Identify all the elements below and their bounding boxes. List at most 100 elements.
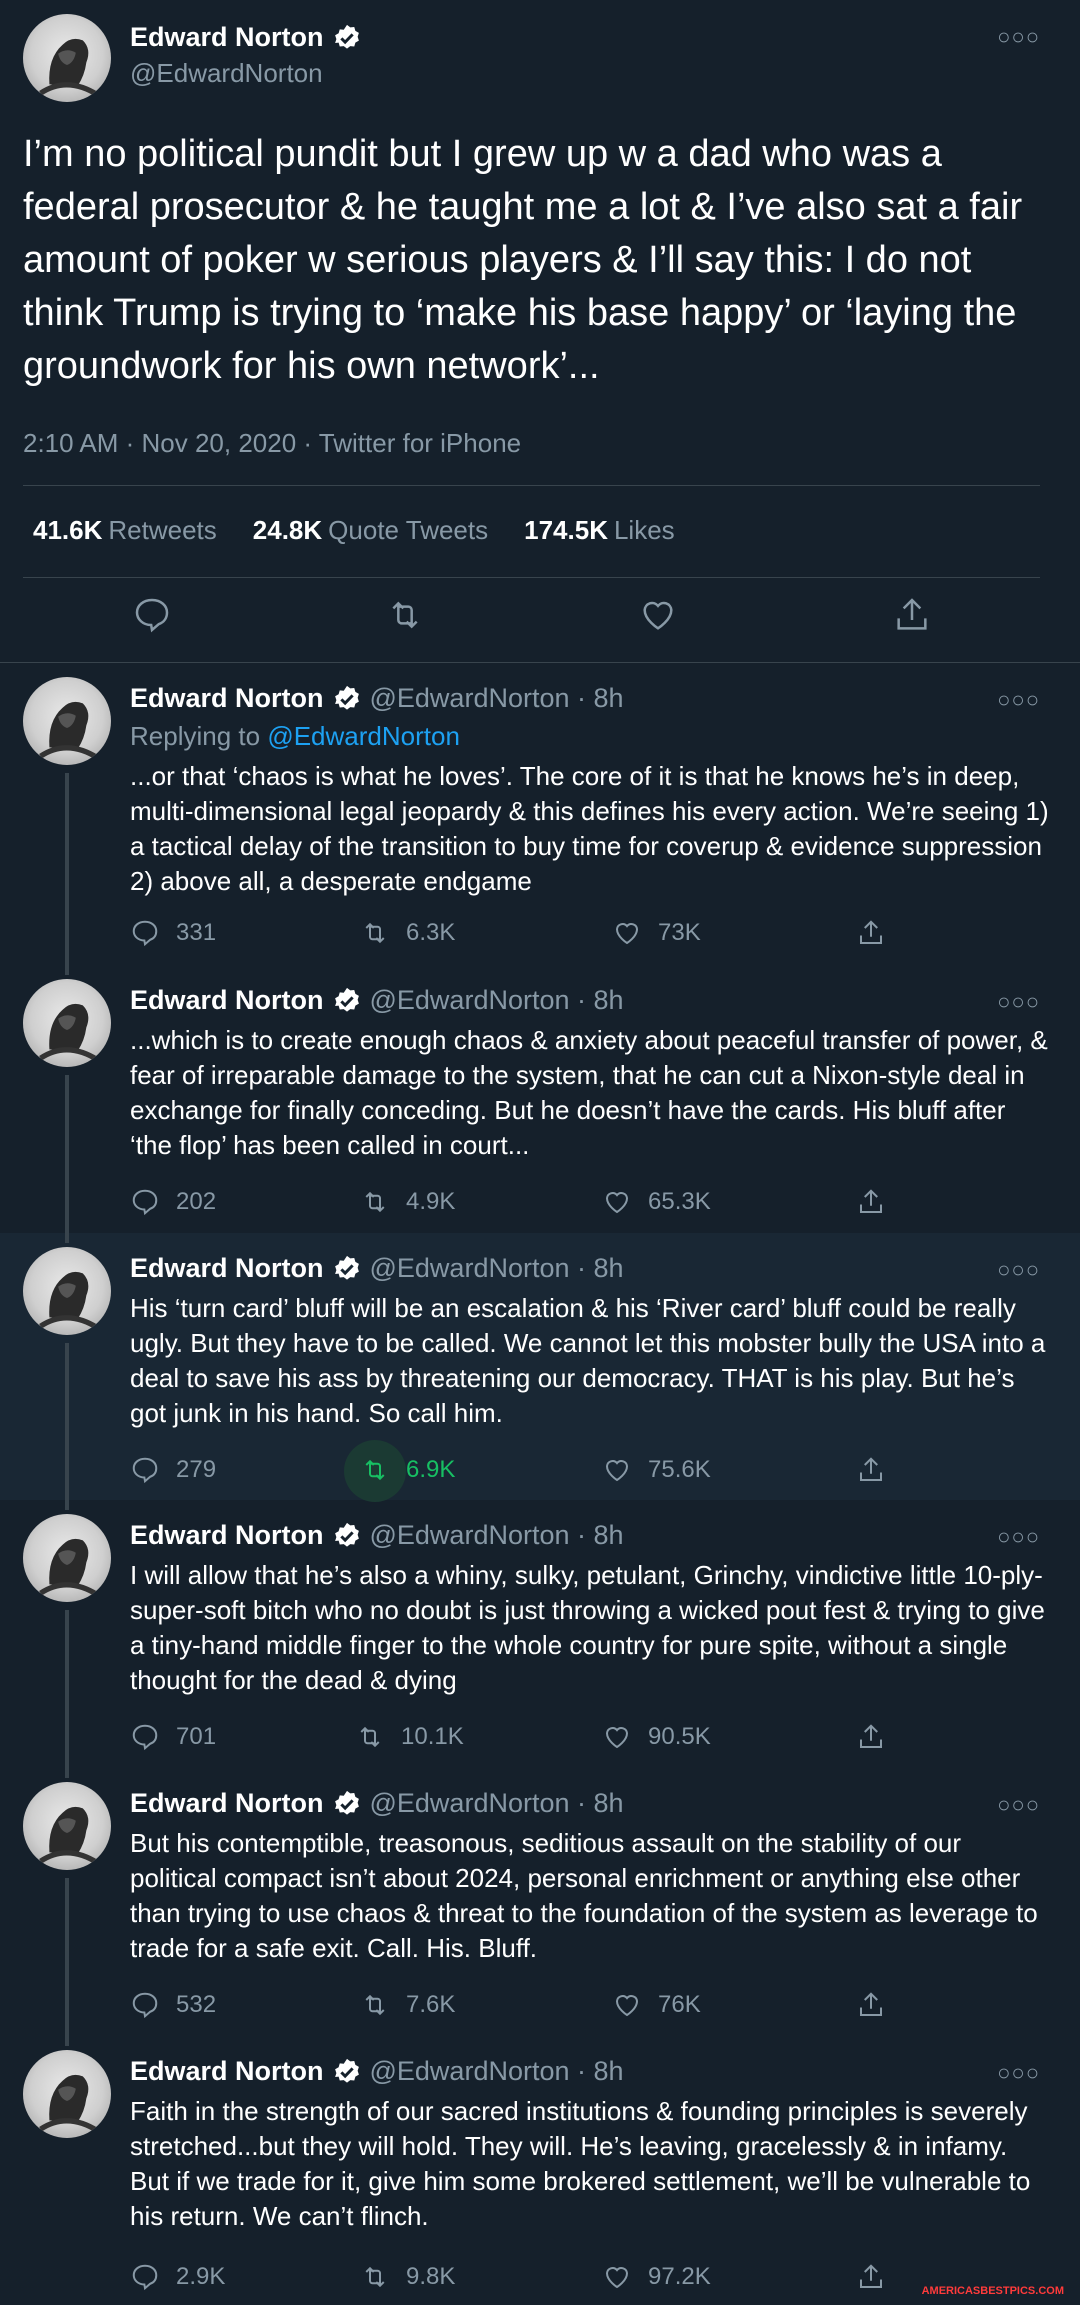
tweet-actions xyxy=(0,595,1080,645)
more-options-icon[interactable]: ○○○ xyxy=(997,989,1040,1015)
like-action[interactable]: 97.2K xyxy=(602,2262,711,2292)
like-count: 90.5K xyxy=(648,1723,711,1750)
retweets-stat[interactable]: 41.6K Retweets xyxy=(33,515,217,546)
author-name[interactable]: Edward Norton xyxy=(130,985,324,1016)
thread-connector xyxy=(65,2036,69,2046)
author-handle-time[interactable]: @EdwardNorton · 8h xyxy=(370,1253,624,1284)
tweet-header: Edward Norton @EdwardNorton · 8h xyxy=(130,985,624,1016)
like-icon[interactable] xyxy=(638,595,678,635)
reply-action[interactable]: 2.9K xyxy=(130,2262,225,2292)
replying-to: Replying to @EdwardNorton xyxy=(130,721,460,751)
more-options-icon[interactable]: ○○○ xyxy=(997,687,1040,713)
author-name[interactable]: Edward Norton xyxy=(130,1253,324,1284)
share-icon[interactable] xyxy=(892,595,932,635)
more-options-icon[interactable]: ○○○ xyxy=(997,1524,1040,1550)
share-action[interactable] xyxy=(856,2262,886,2292)
avatar[interactable] xyxy=(23,1247,111,1335)
tweet-text: ...which is to create enough chaos & anx… xyxy=(130,1025,1048,1160)
retweet-icon xyxy=(365,2266,385,2288)
thread-tweet[interactable]: Edward Norton @EdwardNorton · 8h ○○○ But… xyxy=(0,1768,1080,2036)
watermark: AMERICASBESTPICS.COM xyxy=(917,2283,1068,2299)
author-name[interactable]: Edward Norton xyxy=(130,22,362,53)
tweet-actions: 202 4.9K 65.3K xyxy=(130,1187,930,1227)
avatar[interactable] xyxy=(23,14,111,102)
retweet-action[interactable]: 4.9K xyxy=(360,1187,455,1217)
reply-action[interactable]: 202 xyxy=(130,1187,216,1217)
thread-tweet[interactable]: Edward Norton @EdwardNorton · 8h ○○○ Rep… xyxy=(0,663,1080,965)
more-options-icon[interactable]: ○○○ xyxy=(997,1792,1040,1818)
tweet-header: Edward Norton @EdwardNorton · 8h xyxy=(130,1788,624,1819)
author-handle-time[interactable]: @EdwardNorton · 8h xyxy=(370,985,624,1016)
quote-tweets-stat[interactable]: 24.8K Quote Tweets xyxy=(253,515,488,546)
like-action[interactable]: 75.6K xyxy=(602,1455,711,1485)
share-action[interactable] xyxy=(856,1187,886,1217)
retweet-action[interactable]: 7.6K xyxy=(360,1990,455,2020)
retweet-action[interactable]: 6.3K xyxy=(360,918,455,948)
retweet-icon xyxy=(360,1726,380,1748)
author-name[interactable]: Edward Norton xyxy=(130,683,324,714)
like-icon xyxy=(605,1192,629,1214)
like-icon xyxy=(605,1727,629,1749)
retweet-count: 6.9K xyxy=(406,1456,456,1483)
verified-badge-icon xyxy=(334,1522,359,1547)
share-action[interactable] xyxy=(856,1722,886,1752)
avatar[interactable] xyxy=(23,1514,111,1602)
retweet-count: 6.3K xyxy=(406,919,456,946)
share-action[interactable] xyxy=(856,918,886,948)
retweet-action[interactable]: 10.1K xyxy=(355,1722,464,1752)
more-options-icon[interactable]: ○○○ xyxy=(997,1257,1040,1283)
like-action[interactable]: 73K xyxy=(612,918,701,948)
more-options-icon[interactable]: ○○○ xyxy=(997,2060,1040,2086)
like-count: 76K xyxy=(658,1991,701,2018)
author-handle[interactable]: @EdwardNorton xyxy=(130,58,323,89)
reply-icon[interactable] xyxy=(132,595,172,635)
thread-tweet[interactable]: Edward Norton @EdwardNorton · 8h ○○○ Fai… xyxy=(0,2036,1080,2305)
author-handle-time[interactable]: @EdwardNorton · 8h xyxy=(370,1520,624,1551)
retweet-action-active[interactable]: 6.9K xyxy=(344,1440,456,1502)
tweet-actions: 2.9K 9.8K 97.2K xyxy=(130,2262,930,2302)
verified-badge-icon xyxy=(334,1255,359,1280)
share-action[interactable] xyxy=(856,1455,886,1485)
avatar[interactable] xyxy=(23,677,111,765)
reply-action[interactable]: 279 xyxy=(130,1455,216,1485)
retweet-icon xyxy=(365,1459,385,1481)
like-action[interactable]: 65.3K xyxy=(602,1187,711,1217)
reply-action[interactable]: 701 xyxy=(130,1722,216,1752)
author-handle-time[interactable]: @EdwardNorton · 8h xyxy=(370,683,624,714)
more-options-icon[interactable]: ○○○ xyxy=(997,24,1040,50)
divider xyxy=(23,577,1040,578)
tweet-header: Edward Norton @EdwardNorton · 8h xyxy=(130,2056,624,2087)
avatar[interactable] xyxy=(23,979,111,1067)
share-icon xyxy=(860,1724,882,1748)
like-action[interactable]: 76K xyxy=(612,1990,701,2020)
thread-connector xyxy=(65,1343,69,1500)
tweet-header: Edward Norton @EdwardNorton · 8h xyxy=(130,1520,624,1551)
author-name[interactable]: Edward Norton xyxy=(130,1520,324,1551)
retweet-icon[interactable] xyxy=(385,595,425,635)
tweet-text: ...or that ‘chaos is what he loves’. The… xyxy=(130,761,1049,896)
author-name[interactable]: Edward Norton xyxy=(130,2056,324,2087)
like-count: 65.3K xyxy=(648,1188,711,1215)
like-icon xyxy=(605,2267,629,2289)
reply-icon xyxy=(132,1457,158,1484)
replying-to-link[interactable]: @EdwardNorton xyxy=(267,721,460,751)
likes-stat[interactable]: 174.5K Likes xyxy=(524,515,675,546)
avatar[interactable] xyxy=(23,2050,111,2138)
avatar[interactable] xyxy=(23,1782,111,1870)
thread-tweet[interactable]: Edward Norton @EdwardNorton · 8h ○○○ I w… xyxy=(0,1500,1080,1768)
like-action[interactable]: 90.5K xyxy=(602,1722,711,1752)
reply-action[interactable]: 532 xyxy=(130,1990,216,2020)
thread-tweet[interactable]: Edward Norton @EdwardNorton · 8h ○○○ His… xyxy=(0,1233,1080,1502)
divider xyxy=(23,485,1040,486)
tweet-text: But his contemptible, treasonous, sediti… xyxy=(130,1828,1038,1963)
reply-action[interactable]: 331 xyxy=(130,918,216,948)
retweet-count: 9.8K xyxy=(406,2263,456,2290)
reply-icon xyxy=(132,1724,158,1751)
tweet-timestamp[interactable]: 2:10 AM · Nov 20, 2020 · Twitter for iPh… xyxy=(23,428,521,459)
author-handle-time[interactable]: @EdwardNorton · 8h xyxy=(370,2056,624,2087)
thread-tweet[interactable]: Edward Norton @EdwardNorton · 8h ○○○ ...… xyxy=(0,965,1080,1233)
retweet-action[interactable]: 9.8K xyxy=(360,2262,455,2292)
share-action[interactable] xyxy=(856,1990,886,2020)
author-name[interactable]: Edward Norton xyxy=(130,1788,324,1819)
author-handle-time[interactable]: @EdwardNorton · 8h xyxy=(370,1788,624,1819)
